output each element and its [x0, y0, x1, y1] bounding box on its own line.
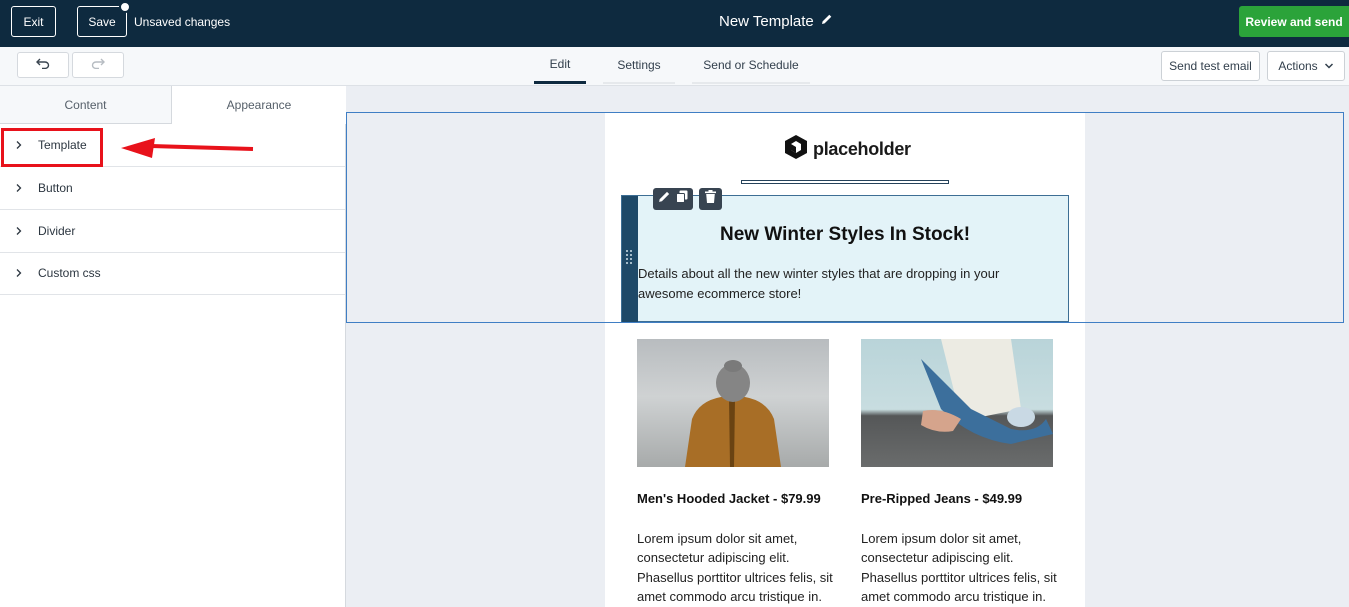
- tab-send-or-schedule[interactable]: Send or Schedule: [692, 47, 810, 84]
- annotation-highlight-box: [1, 128, 103, 167]
- send-test-email-button[interactable]: Send test email: [1161, 51, 1260, 81]
- product-description: Lorem ipsum dolor sit amet, consectetur …: [861, 531, 1057, 604]
- product-image-jeans[interactable]: [861, 339, 1053, 467]
- undo-icon: [36, 56, 50, 74]
- accordion-label: Custom css: [38, 266, 101, 280]
- product-image-jacket[interactable]: [637, 339, 829, 467]
- block-heading: New Winter Styles In Stock!: [719, 224, 971, 245]
- accordion-button[interactable]: Button: [0, 167, 345, 210]
- tab-content[interactable]: Content: [0, 86, 172, 124]
- accordion-divider[interactable]: Divider: [0, 210, 345, 253]
- tab-appearance[interactable]: Appearance: [172, 86, 346, 124]
- block-toolbar-edit-copy: [653, 188, 693, 210]
- actions-dropdown[interactable]: Actions: [1267, 51, 1345, 81]
- arrow-annotation: [119, 136, 255, 167]
- template-title-group[interactable]: New Template: [719, 12, 833, 30]
- block-toolbar-delete: [699, 188, 722, 210]
- redo-button[interactable]: [72, 52, 124, 78]
- pencil-icon[interactable]: [658, 190, 671, 208]
- accordion-label: Divider: [38, 224, 76, 238]
- chevron-down-icon: [1324, 59, 1334, 73]
- block-body-text: Details about all the new winter styles …: [638, 266, 1000, 301]
- unsaved-status: Unsaved changes: [134, 15, 231, 29]
- template-title: New Template: [719, 12, 814, 30]
- drag-handle-icon[interactable]: [625, 249, 633, 267]
- product-description: Lorem ipsum dolor sit amet, consectetur …: [637, 531, 833, 604]
- chevron-right-icon: [0, 268, 38, 278]
- chevron-right-icon: [0, 226, 38, 236]
- exit-button[interactable]: Exit: [11, 6, 56, 37]
- undo-button[interactable]: [17, 52, 69, 78]
- editor-toolbar: Edit Settings Send or Schedule Send test…: [0, 47, 1349, 86]
- product-title: Men's Hooded Jacket - $79.99: [637, 491, 821, 506]
- chevron-right-icon: [0, 183, 38, 193]
- review-and-send-button[interactable]: Review and send: [1239, 6, 1349, 37]
- top-bar: Exit Save Unsaved changes New Template R…: [0, 0, 1349, 47]
- pencil-icon[interactable]: [821, 12, 833, 30]
- unsaved-indicator-dot: [119, 1, 131, 13]
- accordion-label: Button: [38, 181, 73, 195]
- copy-icon[interactable]: [676, 190, 688, 208]
- tab-settings[interactable]: Settings: [603, 47, 675, 84]
- trash-icon[interactable]: [705, 190, 716, 208]
- actions-label: Actions: [1278, 59, 1318, 73]
- tab-edit[interactable]: Edit: [534, 47, 586, 84]
- product-title: Pre-Ripped Jeans - $49.99: [861, 491, 1023, 506]
- redo-icon: [91, 56, 105, 74]
- accordion-custom-css[interactable]: Custom css: [0, 252, 345, 295]
